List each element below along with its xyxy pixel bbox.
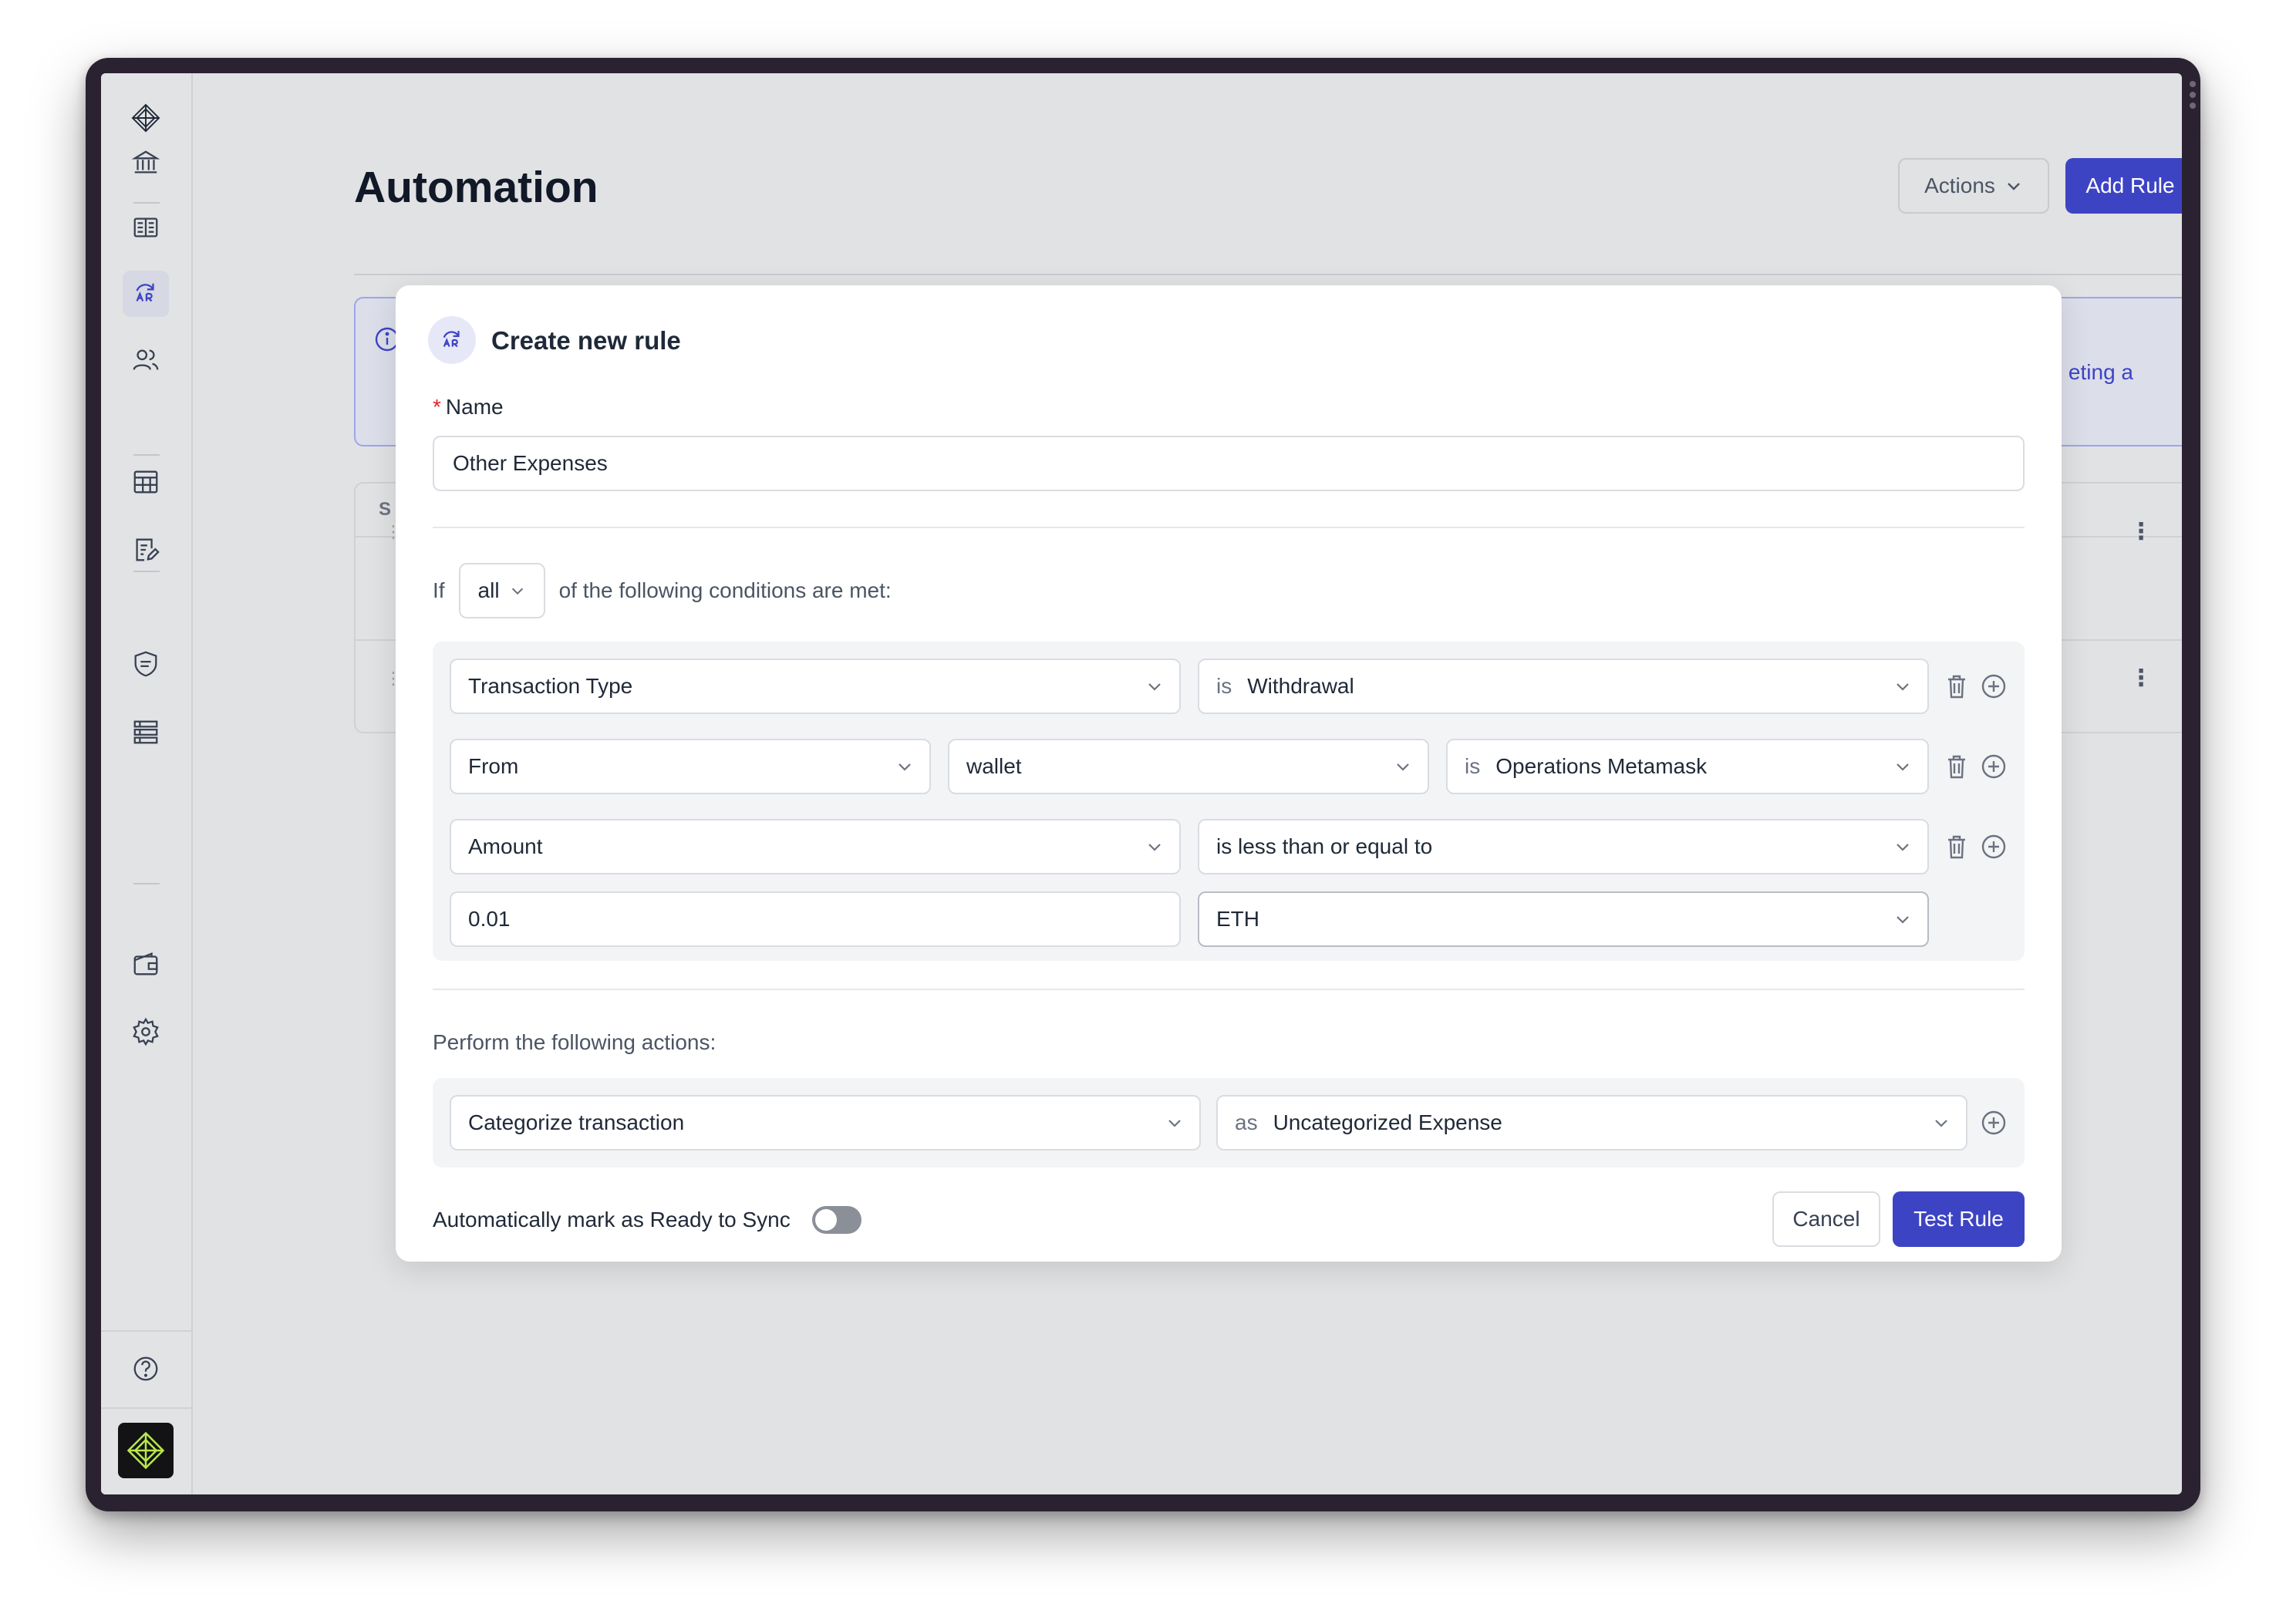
sidebar-separator	[133, 202, 160, 204]
condition-1-value-select[interactable]: is Withdrawal	[1198, 659, 1929, 714]
bank-icon[interactable]	[123, 140, 169, 186]
users-icon[interactable]	[123, 337, 169, 383]
sidebar-divider	[101, 1330, 191, 1332]
wallet-icon[interactable]	[123, 941, 169, 987]
sidebar-separator	[133, 454, 160, 456]
chevron-down-icon	[511, 588, 523, 595]
shield-icon[interactable]	[123, 641, 169, 687]
condition-1-field-select[interactable]: Transaction Type	[450, 659, 1181, 714]
chevron-down-icon	[1897, 916, 1909, 924]
device-frame: Automation Actions Add Rule eting a S ⋮ ⋮…	[86, 58, 2200, 1511]
sidebar-divider	[101, 1407, 191, 1409]
plus-circle-icon[interactable]	[1980, 672, 2008, 700]
modal-title: Create new rule	[491, 326, 681, 355]
condition-2-field-select[interactable]: From	[450, 739, 931, 794]
plus-circle-icon[interactable]	[1980, 1109, 2008, 1137]
automation-icon	[428, 316, 476, 364]
create-rule-modal: Create new rule * Name Other Expenses If …	[396, 285, 2062, 1262]
condition-3-currency-select[interactable]: ETH	[1198, 891, 1929, 947]
sidebar-separator	[133, 571, 160, 572]
condition-3-operator-select[interactable]: is less than or equal to	[1198, 819, 1929, 874]
condition-3-currency: ETH	[1216, 907, 1259, 931]
actions-dropdown-button[interactable]: Actions	[1898, 158, 2049, 214]
action-type-select[interactable]: Categorize transaction	[450, 1095, 1201, 1151]
condition-1-value: Withdrawal	[1247, 674, 1354, 698]
name-label: * Name	[433, 395, 504, 419]
table-header-label: S	[379, 499, 392, 520]
conditions-heading: If all of the following conditions are m…	[433, 563, 892, 618]
action-prefix: as	[1235, 1110, 1258, 1134]
condition-2-field: From	[468, 754, 519, 778]
trash-icon[interactable]	[1943, 753, 1971, 780]
chevron-down-icon	[2008, 183, 2020, 190]
auto-sync-label: Automatically mark as Ready to Sync	[433, 1208, 791, 1231]
sidebar-separator	[133, 883, 160, 884]
trash-icon[interactable]	[1943, 833, 1971, 861]
chevron-down-icon	[1148, 844, 1161, 851]
automation-icon[interactable]	[123, 271, 169, 317]
condition-1-operator: is	[1216, 674, 1232, 698]
table-icon[interactable]	[123, 459, 169, 505]
action-value-select[interactable]: as Uncategorized Expense	[1216, 1095, 1967, 1151]
row-menu-icon[interactable]: ⋮	[2129, 667, 2153, 690]
edit-report-icon[interactable]	[123, 527, 169, 573]
header-divider	[354, 274, 2182, 275]
plus-circle-icon[interactable]	[1980, 753, 2008, 780]
condition-3-operator: is less than or equal to	[1216, 834, 1433, 858]
sidebar	[101, 73, 193, 1494]
layers-icon[interactable]	[123, 709, 169, 755]
rule-name-input[interactable]: Other Expenses	[433, 436, 2025, 491]
plus-circle-icon[interactable]	[1980, 833, 2008, 861]
app-logo-icon[interactable]	[118, 1423, 174, 1478]
ledger-icon[interactable]	[123, 204, 169, 251]
condition-2-operator: is	[1465, 754, 1481, 778]
conditions-suffix: of the following conditions are met:	[558, 578, 892, 602]
row-menu-icon[interactable]: ⋮	[2129, 521, 2153, 544]
section-divider	[433, 989, 2025, 990]
info-banner-text: eting a	[2068, 360, 2133, 384]
action-value: Uncategorized Expense	[1273, 1110, 1502, 1134]
actions-label: Actions	[1924, 174, 1995, 197]
section-divider	[433, 527, 2025, 528]
condition-3-field: Amount	[468, 834, 543, 858]
auto-sync-toggle[interactable]	[812, 1206, 861, 1234]
toggle-knob	[815, 1209, 837, 1231]
actions-heading: Perform the following actions:	[433, 1030, 716, 1054]
chevron-down-icon	[1168, 1120, 1181, 1127]
chevron-down-icon	[1935, 1120, 1947, 1127]
chevron-down-icon	[1397, 763, 1409, 771]
cancel-button[interactable]: Cancel	[1772, 1191, 1880, 1247]
condition-2-subfield: wallet	[966, 754, 1022, 778]
condition-1-field: Transaction Type	[468, 674, 633, 698]
condition-3-amount-input[interactable]: 0.01	[450, 891, 1181, 947]
logo-icon[interactable]	[123, 95, 169, 141]
chevron-down-icon	[1148, 683, 1161, 691]
condition-2-value-select[interactable]: is Operations Metamask	[1446, 739, 1929, 794]
conditions-panel: Transaction Type is Withdrawal From wall…	[433, 642, 2025, 961]
device-dots	[2188, 81, 2197, 109]
test-rule-button[interactable]: Test Rule	[1893, 1191, 2025, 1247]
add-rule-button[interactable]: Add Rule	[2065, 158, 2182, 214]
app-screen: Automation Actions Add Rule eting a S ⋮ ⋮…	[101, 73, 2182, 1494]
chevron-down-icon	[1897, 844, 1909, 851]
chevron-down-icon	[1897, 763, 1909, 771]
gear-icon[interactable]	[123, 1009, 169, 1055]
page-title: Automation	[354, 163, 598, 212]
condition-3-field-select[interactable]: Amount	[450, 819, 1181, 874]
trash-icon[interactable]	[1943, 672, 1971, 700]
chevron-down-icon	[1897, 683, 1909, 691]
condition-2-subfield-select[interactable]: wallet	[948, 739, 1429, 794]
match-mode-value: all	[477, 578, 500, 602]
condition-2-value: Operations Metamask	[1495, 754, 1708, 778]
name-label-text: Name	[445, 395, 504, 419]
required-marker: *	[433, 395, 441, 419]
actions-panel: Categorize transaction as Uncategorized …	[433, 1078, 2025, 1167]
help-icon[interactable]	[123, 1346, 169, 1392]
match-mode-select[interactable]: all	[458, 563, 545, 618]
action-type: Categorize transaction	[468, 1110, 685, 1134]
conditions-prefix: If	[433, 578, 445, 602]
chevron-down-icon	[899, 763, 911, 771]
